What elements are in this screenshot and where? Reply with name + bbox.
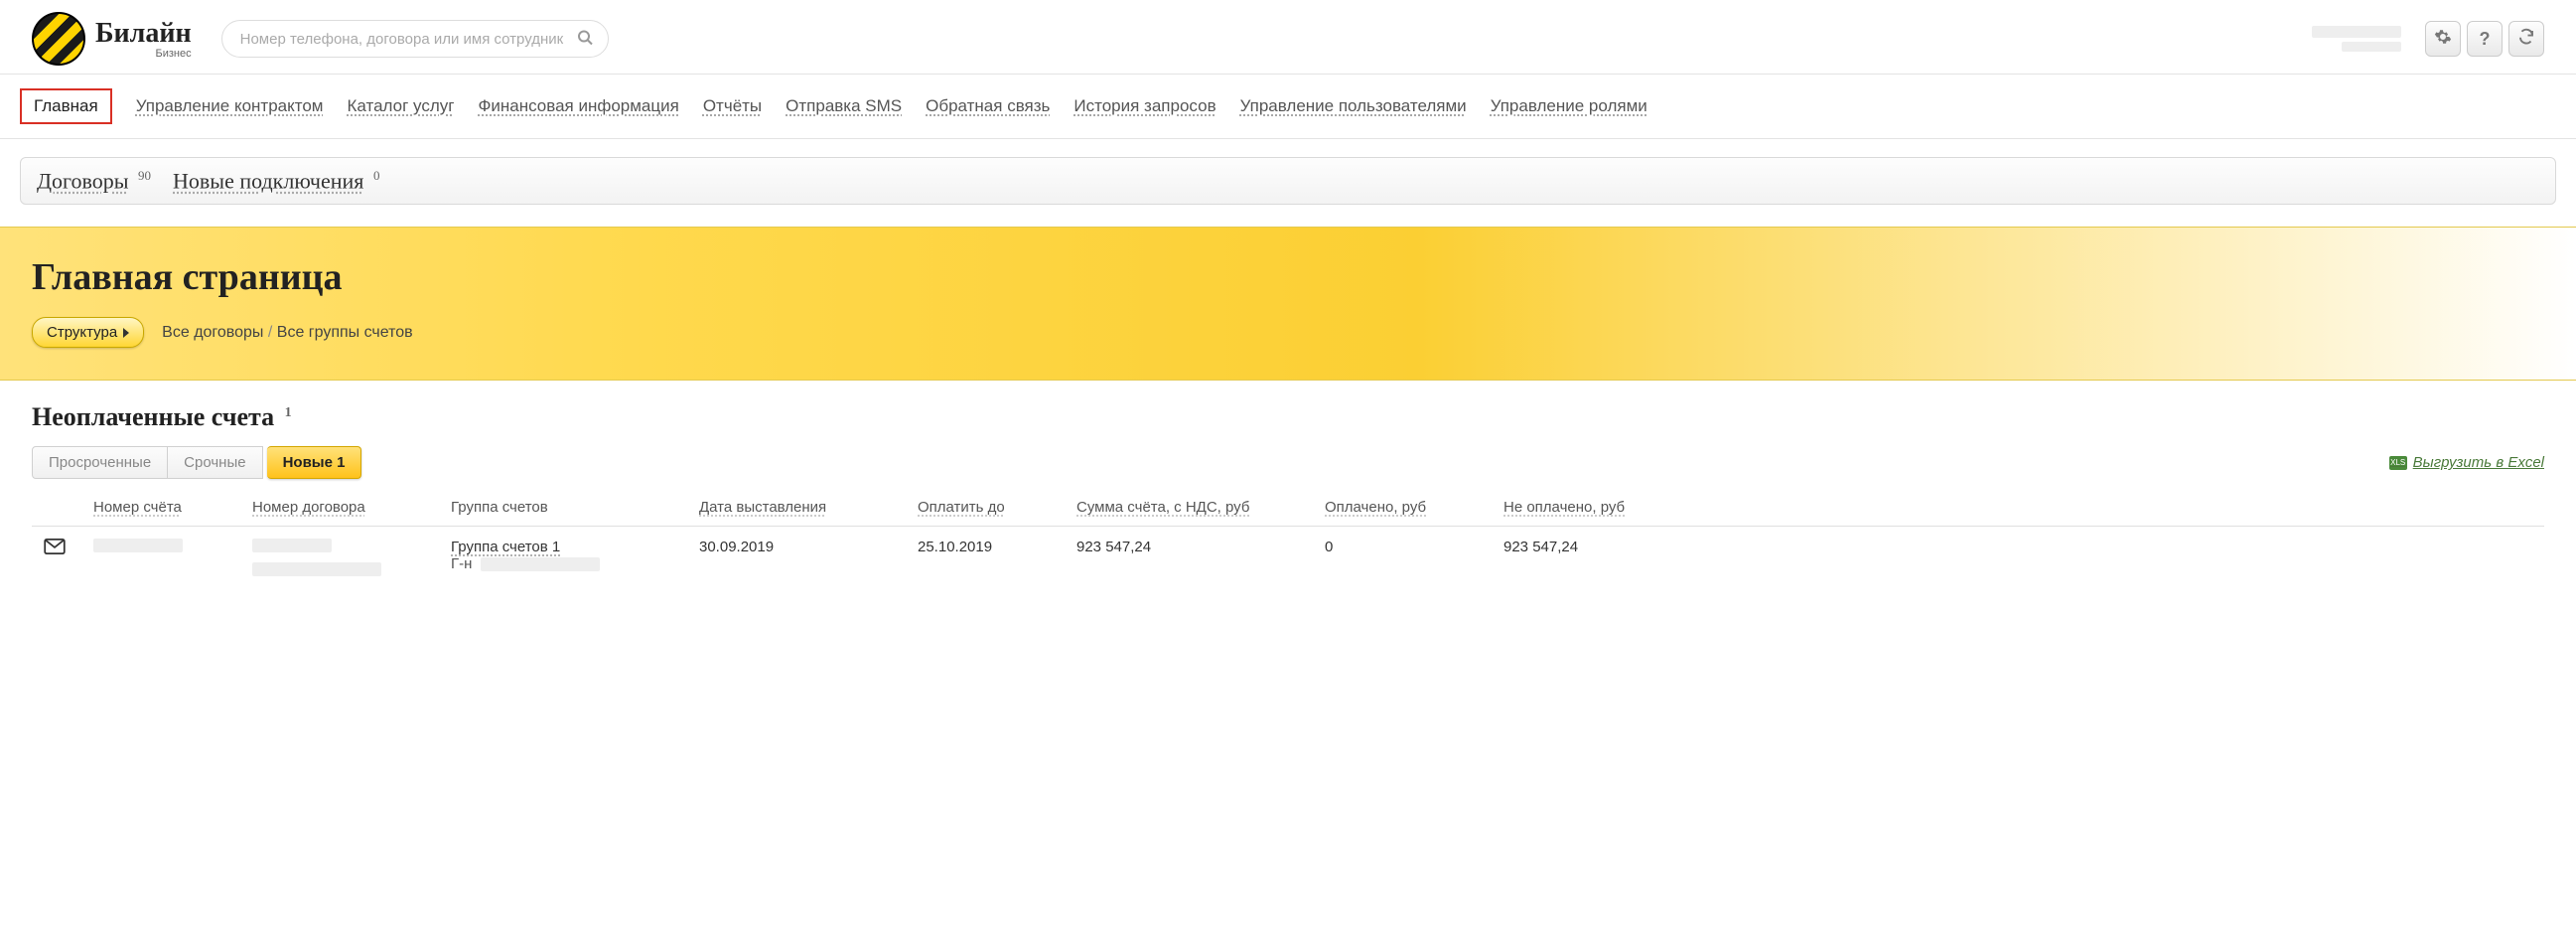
search-icon[interactable] [577, 30, 593, 49]
structure-button-label: Структура [47, 324, 117, 341]
header: Билайн Бизнес ? [0, 0, 2576, 75]
cell-unpaid: 923 547,24 [1492, 527, 2544, 593]
breadcrumb: Все договоры / Все группы счетов [162, 324, 413, 342]
nav-item-financial[interactable]: Финансовая информация [478, 96, 678, 116]
nav-item-users[interactable]: Управление пользователями [1240, 96, 1467, 116]
page-banner: Главная страница Структура Все договоры … [0, 227, 2576, 381]
section-title-text: Неоплаченные счета [32, 402, 274, 431]
nav-item-contract-mgmt[interactable]: Управление контрактом [136, 96, 324, 116]
user-block[interactable] [2272, 24, 2401, 54]
subtab-new-connections-count: 0 [373, 168, 380, 183]
table-header-row: Номер счёта Номер договора Группа счетов… [32, 489, 2544, 527]
subtab-contracts-count: 90 [138, 168, 151, 183]
export-excel-link[interactable]: XLS Выгрузить в Excel [2389, 454, 2544, 471]
logo-text-wrap: Билайн Бизнес [95, 18, 192, 60]
col-paid[interactable]: Оплачено, руб [1313, 489, 1492, 527]
logo-subtext: Бизнес [95, 48, 192, 60]
col-contract-no[interactable]: Номер договора [240, 489, 439, 527]
breadcrumb-item[interactable]: Все группы счетов [277, 324, 413, 341]
xls-icon: XLS [2389, 456, 2407, 470]
invoices-table: Номер счёта Номер договора Группа счетов… [32, 489, 2544, 592]
cell-amount: 923 547,24 [1065, 527, 1313, 593]
triangle-right-icon [123, 328, 129, 338]
question-icon: ? [2480, 29, 2491, 50]
nav-item-history[interactable]: История запросов [1073, 96, 1216, 116]
col-pay-by[interactable]: Оплатить до [906, 489, 1065, 527]
col-unpaid[interactable]: Не оплачено, руб [1492, 489, 2544, 527]
main-nav: Главная Управление контрактом Каталог ус… [0, 75, 2576, 139]
logo-text: Билайн [95, 18, 192, 50]
help-button[interactable]: ? [2467, 21, 2503, 57]
col-invoice-no[interactable]: Номер счёта [81, 489, 240, 527]
section-count: 1 [285, 405, 292, 420]
tab-new[interactable]: Новые 1 [267, 446, 362, 479]
col-icon [32, 489, 81, 527]
logo-icon [32, 12, 85, 66]
nav-item-catalog[interactable]: Каталог услуг [347, 96, 454, 116]
section-title: Неоплаченные счета 1 [32, 402, 2544, 432]
structure-row: Структура Все договоры / Все группы счет… [32, 317, 2544, 348]
structure-button[interactable]: Структура [32, 317, 144, 348]
nav-item-sms[interactable]: Отправка SMS [786, 96, 902, 116]
page-title: Главная страница [32, 255, 2544, 299]
cell-invoice-no [81, 527, 240, 593]
table-row: Группа счетов 1 Г-н 30.09.2019 25.10.201… [32, 527, 2544, 593]
logo[interactable]: Билайн Бизнес [32, 12, 192, 66]
nav-item-reports[interactable]: Отчёты [703, 96, 762, 116]
group-sub-prefix: Г-н [451, 555, 472, 572]
nav-item-roles[interactable]: Управление ролями [1491, 96, 1647, 116]
refresh-icon [2517, 28, 2535, 51]
subtab-contracts[interactable]: Договоры [37, 168, 129, 193]
col-issue-date[interactable]: Дата выставления [687, 489, 906, 527]
unpaid-section: Неоплаченные счета 1 Просроченные Срочны… [0, 381, 2576, 614]
tab-row: Просроченные Срочные Новые 1 XLS Выгрузи… [32, 446, 2544, 479]
subtabs-bar: Договоры 90 Новые подключения 0 [20, 157, 2556, 205]
cell-issue-date: 30.09.2019 [687, 527, 906, 593]
settings-button[interactable] [2425, 21, 2461, 57]
tab-overdue[interactable]: Просроченные [32, 446, 168, 479]
envelope-icon[interactable] [44, 542, 66, 558]
nav-item-feedback[interactable]: Обратная связь [926, 96, 1050, 116]
cell-pay-by: 25.10.2019 [906, 527, 1065, 593]
cell-paid: 0 [1313, 527, 1492, 593]
breadcrumb-item[interactable]: Все договоры [162, 324, 263, 341]
col-group: Группа счетов [439, 489, 687, 527]
tab-urgent[interactable]: Срочные [168, 446, 262, 479]
subtab-new-connections[interactable]: Новые подключения [173, 168, 363, 193]
nav-item-main[interactable]: Главная [20, 88, 112, 124]
cell-group: Группа счетов 1 Г-н [439, 527, 687, 593]
group-link[interactable]: Группа счетов 1 [451, 539, 560, 555]
cell-contract-no [240, 527, 439, 593]
gear-icon [2434, 28, 2452, 51]
refresh-button[interactable] [2508, 21, 2544, 57]
export-excel-label: Выгрузить в Excel [2413, 454, 2544, 471]
search-wrap [221, 20, 609, 58]
col-amount[interactable]: Сумма счёта, с НДС, руб [1065, 489, 1313, 527]
breadcrumb-separator: / [268, 324, 277, 341]
search-input[interactable] [221, 20, 609, 58]
